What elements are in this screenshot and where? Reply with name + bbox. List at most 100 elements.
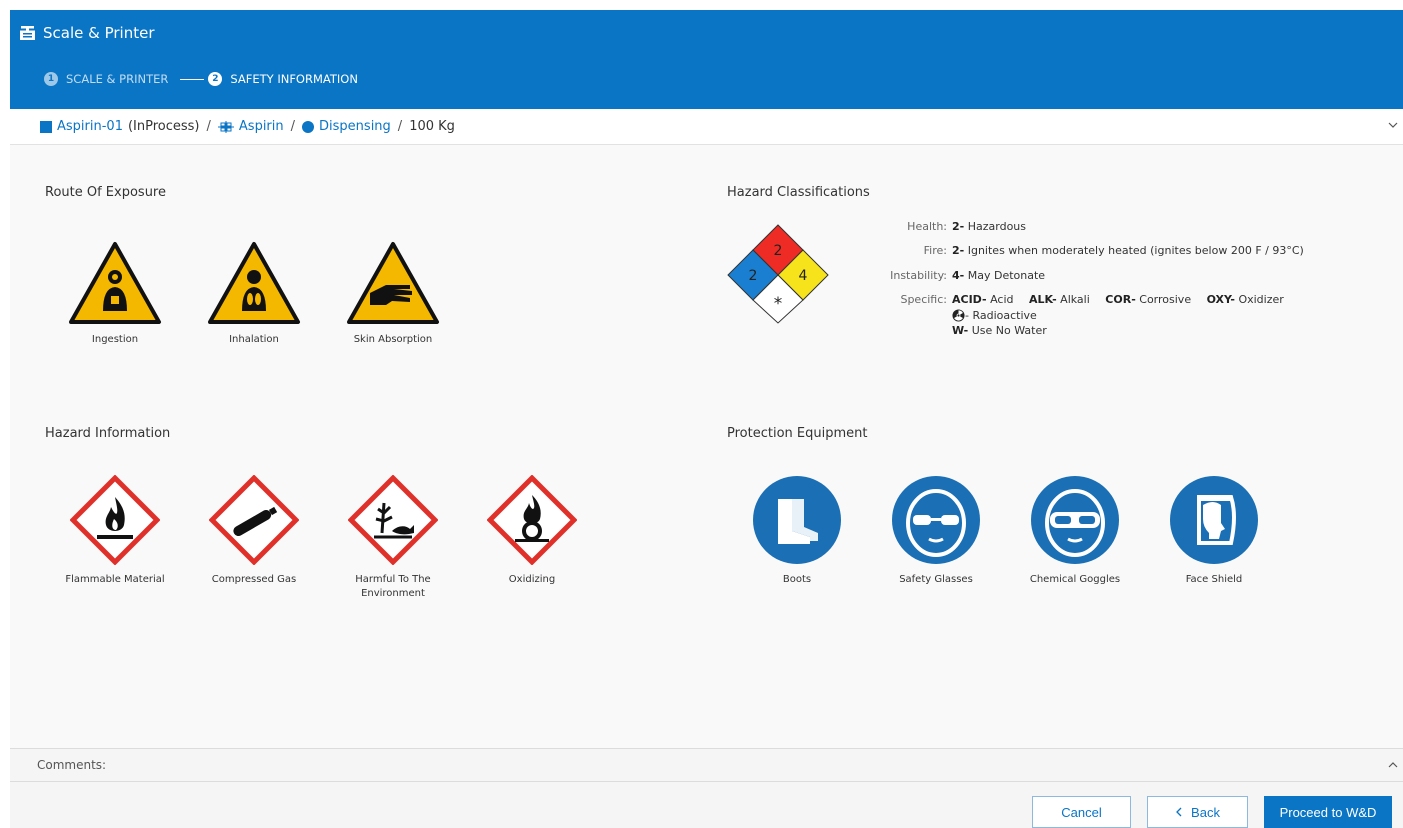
hazard-label: Oxidizing — [508, 574, 556, 585]
nfpa-details: Health: 2- Hazardous Fire: 2- Ignites wh… — [870, 219, 1392, 347]
hazard-flammable: Flammable Material — [65, 475, 165, 587]
specific-code: ACID- — [952, 293, 987, 307]
chevron-down-icon[interactable] — [1387, 119, 1399, 131]
step-number: 2 — [208, 72, 223, 86]
health-number: 2- — [952, 220, 965, 233]
breadcrumb: Aspirin-01 (InProcess) / Aspirin / Dispe… — [10, 109, 1403, 145]
specific-acid: ACID- Acid — [952, 293, 1020, 306]
batch-square-icon — [40, 120, 52, 133]
instability-row: Instability: 4- May Detonate — [870, 268, 1392, 283]
specific-code: ALK- — [1029, 293, 1057, 307]
protection-equipment-title: Protection Equipment — [727, 426, 868, 441]
fire-text: Ignites when moderately heated (ignites … — [967, 244, 1304, 258]
app-header: Scale & Printer 1 SCALE & PRINTER 2 SAFE… — [10, 10, 1403, 109]
exposure-ingestion: Ingestion — [65, 241, 165, 347]
specific-text: - Radioactive — [965, 308, 1037, 322]
inhalation-warning-icon — [208, 242, 300, 324]
comments-bar[interactable]: Comments: — [10, 748, 1403, 782]
chemical-goggles-icon — [1031, 476, 1119, 564]
footer-bar: Cancel Back Proceed to W&D — [10, 782, 1403, 828]
step-scale-printer[interactable]: 1 SCALE & PRINTER — [44, 72, 168, 86]
ppe-label: Face Shield — [1185, 574, 1243, 585]
chevron-left-icon — [1176, 807, 1182, 817]
specific-corrosive: COR- Corrosive — [1105, 293, 1197, 306]
specific-values: ACID- Acid ALK- Alkali COR- Corrosive OX… — [952, 292, 1392, 338]
nfpa-instability-value: 4 — [799, 268, 808, 284]
breadcrumb-operation[interactable]: Dispensing — [302, 119, 391, 134]
health-value: 2- Hazardous — [952, 219, 1026, 234]
step-safety-information[interactable]: 2 SAFETY INFORMATION — [208, 72, 358, 86]
safety-content: Route Of Exposure Ingestion Inhalation S… — [10, 145, 1403, 748]
breadcrumb-separator: / — [290, 119, 296, 134]
step-number: 1 — [44, 72, 58, 86]
specific-radioactive: - Radioactive — [952, 309, 1043, 322]
quantity: 100 Kg — [409, 119, 455, 134]
hazard-oxidizing: Oxidizing — [482, 475, 582, 587]
exposure-skin-absorption: Skin Absorption — [343, 241, 443, 347]
operation-dot-icon — [302, 120, 315, 133]
stepper: 1 SCALE & PRINTER 2 SAFETY INFORMATION — [44, 72, 358, 86]
chevron-up-icon[interactable] — [1387, 759, 1399, 771]
breadcrumb-batch[interactable]: Aspirin-01 (InProcess) — [40, 119, 200, 134]
specific-alkali: ALK- Alkali — [1029, 293, 1096, 306]
hazard-compressed-gas: Compressed Gas — [204, 475, 304, 587]
fire-row: Fire: 2- Ignites when moderately heated … — [870, 243, 1392, 258]
app-title: Scale & Printer — [20, 24, 155, 42]
health-row: Health: 2- Hazardous — [870, 219, 1392, 234]
specific-code: OXY- — [1206, 293, 1235, 307]
safety-glasses-icon — [892, 476, 980, 564]
specific-no-water: W- Use No Water — [952, 324, 1053, 337]
app-title-text: Scale & Printer — [43, 24, 155, 42]
breadcrumb-separator: / — [397, 119, 403, 134]
back-button[interactable]: Back — [1147, 796, 1248, 828]
hazard-label: Harmful To The Environment — [355, 574, 431, 599]
skin-absorption-warning-icon — [347, 242, 439, 324]
face-shield-icon — [1170, 476, 1258, 564]
cancel-button[interactable]: Cancel — [1032, 796, 1131, 828]
exposure-label: Inhalation — [229, 334, 279, 345]
scale-icon — [20, 26, 35, 40]
ppe-boots: Boots — [747, 475, 847, 587]
step-label: SAFETY INFORMATION — [230, 72, 358, 86]
ppe-safety-glasses: Safety Glasses — [886, 475, 986, 587]
instability-key: Instability: — [890, 268, 947, 282]
hazard-label: Flammable Material — [65, 574, 165, 585]
back-label: Back — [1191, 804, 1220, 820]
ppe-face-shield: Face Shield — [1164, 475, 1264, 587]
exposure-label: Skin Absorption — [353, 334, 433, 345]
ppe-chemical-goggles: Chemical Goggles — [1025, 475, 1125, 587]
comments-label: Comments: — [37, 758, 107, 772]
operation-name[interactable]: Dispensing — [319, 119, 391, 134]
batch-name[interactable]: Aspirin-01 — [57, 119, 123, 134]
material-name[interactable]: Aspirin — [239, 119, 284, 134]
fire-value: 2- Ignites when moderately heated (ignit… — [952, 243, 1304, 258]
nfpa-health-value: 2 — [749, 268, 758, 284]
hazard-environment: Harmful To The Environment — [343, 475, 443, 600]
step-label: SCALE & PRINTER — [66, 72, 169, 86]
specific-text: Alkali — [1060, 293, 1090, 307]
hazard-classifications-title: Hazard Classifications — [727, 185, 870, 200]
ppe-label: Boots — [782, 574, 812, 585]
oxidizing-icon — [487, 475, 577, 565]
environment-hazard-icon — [348, 475, 438, 565]
breadcrumb-separator: / — [206, 119, 211, 134]
nfpa-fire-value: 2 — [774, 243, 783, 259]
breadcrumb-material[interactable]: Aspirin — [217, 119, 284, 134]
proceed-button[interactable]: Proceed to W&D — [1264, 796, 1392, 828]
specific-text: Use No Water — [971, 323, 1047, 337]
specific-text: Corrosive — [1139, 293, 1192, 307]
fire-number: 2- — [952, 244, 965, 258]
step-connector — [180, 78, 205, 80]
instability-value: 4- May Detonate — [952, 268, 1045, 283]
specific-text: Oxidizer — [1238, 293, 1284, 307]
health-text: Hazardous — [967, 220, 1027, 233]
ppe-label: Chemical Goggles — [1029, 574, 1121, 585]
specific-code: W- — [952, 323, 969, 337]
specific-key: Specific: — [900, 293, 947, 307]
radioactive-icon — [952, 309, 965, 322]
instability-number: 4- — [952, 268, 965, 282]
specific-text: Acid — [990, 293, 1014, 307]
specific-oxidizer: OXY- Oxidizer — [1207, 293, 1290, 306]
flammable-icon — [70, 475, 160, 565]
ingestion-warning-icon — [69, 242, 161, 324]
